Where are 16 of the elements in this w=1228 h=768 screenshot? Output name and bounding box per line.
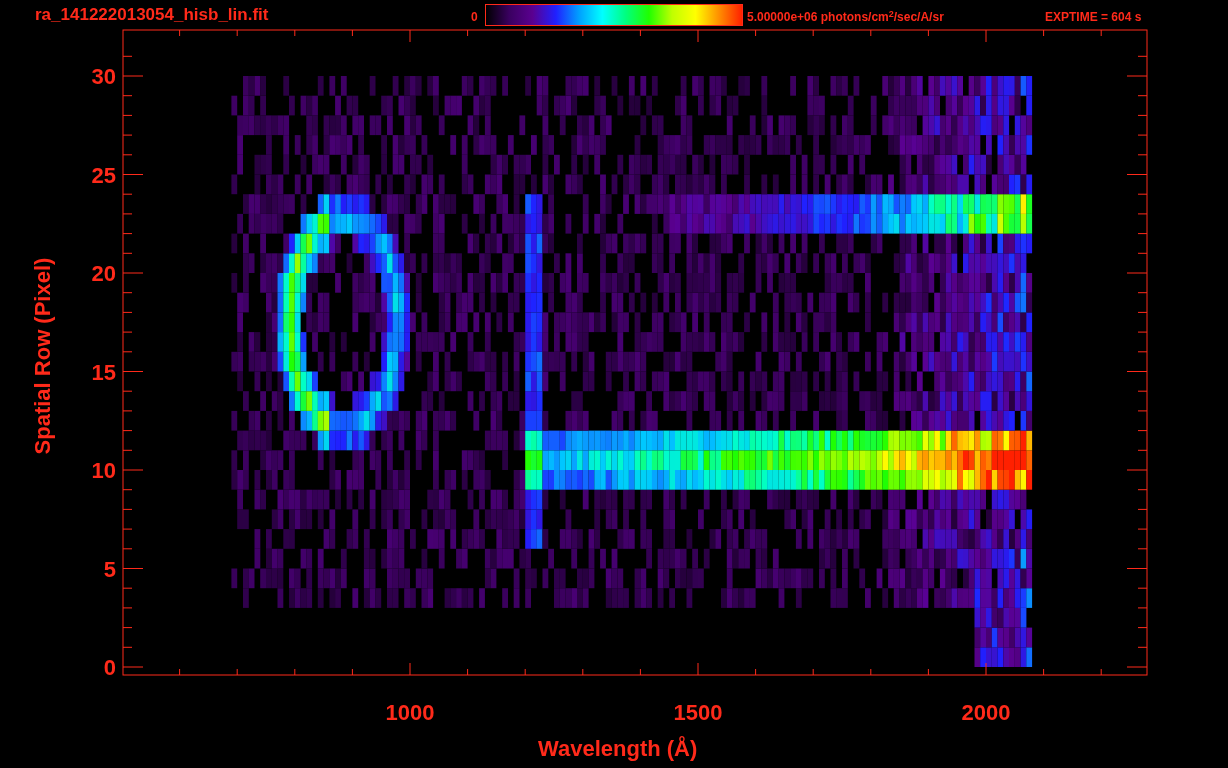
y-tick-label: 20 — [90, 263, 116, 285]
y-tick-label: 5 — [102, 558, 116, 581]
file-title: ra_141222013054_hisb_lin.fit — [35, 6, 269, 23]
y-tick-label: 0 — [102, 657, 116, 679]
colorbar-max-label: 5.00000e+06 photons/cm$^{2}$/sec/A/sr — [747, 11, 944, 23]
y-tick-label: 25 — [90, 164, 116, 187]
y-tick-label: 30 — [90, 66, 116, 88]
colorbar-min-label: 0 — [471, 11, 478, 23]
y-tick-label: 10 — [90, 460, 116, 482]
y-tick-label: 15 — [90, 361, 116, 384]
x-tick-label: 1000 — [384, 702, 436, 724]
x-tick-label: 2000 — [960, 702, 1012, 724]
y-axis-label: Spatial Row (Pixel) — [32, 256, 54, 457]
exposure-time: EXPTIME = 604 s — [1045, 11, 1142, 23]
x-tick-label: 1500 — [672, 702, 724, 724]
x-axis-label: Wavelength (Å) — [538, 738, 698, 760]
